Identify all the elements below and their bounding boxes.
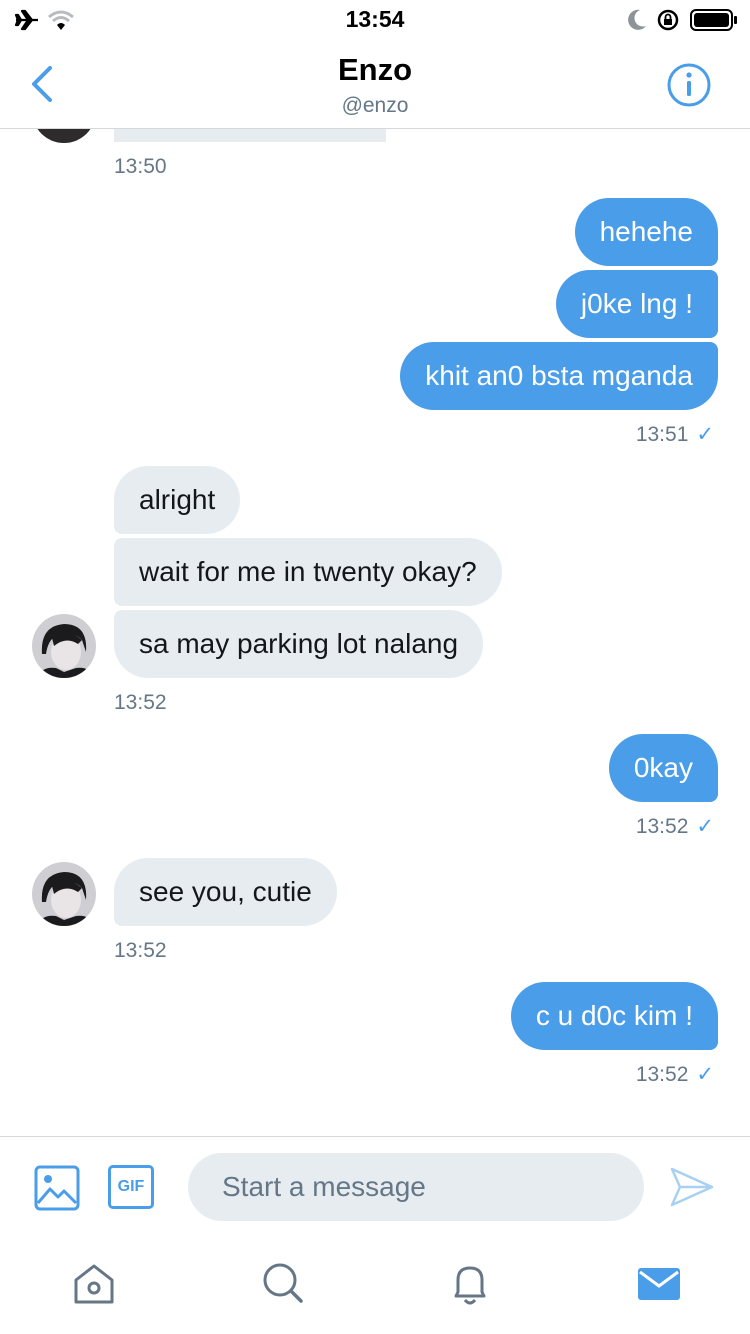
send-button[interactable] xyxy=(668,1165,716,1209)
add-image-button[interactable] xyxy=(34,1165,80,1211)
conversation-header: Enzo @enzo xyxy=(0,40,750,129)
message-bubble-outgoing[interactable]: hehehe xyxy=(574,198,718,266)
add-gif-button[interactable]: GIF xyxy=(108,1165,154,1209)
info-button[interactable] xyxy=(666,62,712,108)
tab-home[interactable] xyxy=(66,1256,122,1312)
info-icon xyxy=(667,63,711,107)
gif-icon: GIF xyxy=(117,1178,145,1195)
message-timestamp-read: 13:51 ✓ xyxy=(636,423,714,447)
read-check-icon: ✓ xyxy=(696,1063,714,1086)
message-timestamp: 13:50 xyxy=(114,155,167,178)
message-bubble-incoming[interactable] xyxy=(114,129,386,142)
timestamp-text: 13:52 xyxy=(635,1063,689,1086)
message-bubble-outgoing[interactable]: khit an0 bsta mganda xyxy=(400,342,718,410)
image-icon xyxy=(34,1165,80,1211)
contact-avatar[interactable] xyxy=(32,862,96,926)
timestamp-text: 13:52 xyxy=(635,815,689,838)
home-icon xyxy=(74,1264,114,1304)
contact-avatar[interactable] xyxy=(32,614,96,678)
message-bubble-outgoing[interactable]: j0ke lng ! xyxy=(555,270,718,338)
search-icon xyxy=(263,1263,303,1303)
bell-icon xyxy=(454,1266,486,1305)
mail-icon xyxy=(638,1268,680,1300)
message-bubble-incoming[interactable]: wait for me in twenty okay? xyxy=(114,538,502,606)
status-bar: 13:54 xyxy=(0,0,750,40)
message-timestamp: 13:52 xyxy=(114,939,167,962)
send-icon xyxy=(670,1167,714,1207)
contact-handle: @enzo xyxy=(341,94,409,117)
rotation-lock-icon xyxy=(656,8,680,37)
moon-icon xyxy=(626,8,648,37)
message-bubble-outgoing[interactable]: c u d0c kim ! xyxy=(510,982,718,1050)
message-composer: GIF Start a message xyxy=(0,1136,750,1237)
message-bubble-incoming[interactable]: sa may parking lot nalang xyxy=(114,610,484,678)
message-timestamp-read: 13:52 ✓ xyxy=(636,1063,714,1087)
message-bubble-incoming[interactable]: see you, cutie xyxy=(114,858,337,926)
message-bubble-outgoing[interactable]: 0kay xyxy=(608,734,718,802)
read-check-icon: ✓ xyxy=(696,423,714,446)
tab-notifications[interactable] xyxy=(442,1256,498,1312)
contact-name[interactable]: Enzo xyxy=(0,52,750,88)
read-check-icon: ✓ xyxy=(696,815,714,838)
timestamp-text: 13:51 xyxy=(635,423,689,446)
tab-search[interactable] xyxy=(254,1256,310,1312)
bottom-tab-bar xyxy=(0,1236,750,1334)
message-list[interactable]: 13:50 hehehe j0ke lng ! khit an0 bsta mg… xyxy=(0,129,750,1136)
message-timestamp-read: 13:52 ✓ xyxy=(636,815,714,839)
tab-messages[interactable] xyxy=(630,1256,686,1312)
message-input[interactable]: Start a message xyxy=(188,1153,644,1221)
message-timestamp: 13:52 xyxy=(114,691,167,714)
message-bubble-incoming[interactable]: alright xyxy=(114,466,241,534)
battery-icon xyxy=(690,8,738,37)
contact-avatar[interactable] xyxy=(32,129,96,143)
